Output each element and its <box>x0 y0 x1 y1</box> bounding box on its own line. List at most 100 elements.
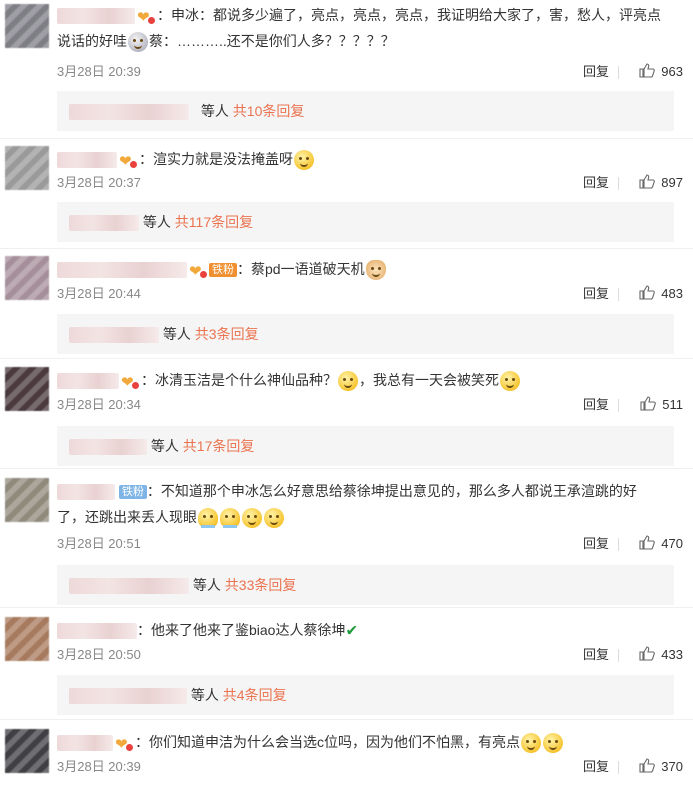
comment-text: ：申冰：都说多少遍了，亮点，亮点，亮点，我证明给大家了，害，愁人，评亮点 <box>157 7 661 23</box>
avatar[interactable] <box>5 729 49 773</box>
divider <box>618 399 619 412</box>
iron-fan-badge: 铁粉 <box>118 485 147 500</box>
reply-button[interactable]: 回复 <box>583 534 609 554</box>
comment-text-line: ：渲实力就是没法掩盖呀 <box>57 146 683 175</box>
comment-body: ：你们知道申洁为什么会当选c位吗，因为他们不怕黑，有亮点 3月28日 20:39… <box>57 729 683 774</box>
reply-button[interactable]: 回复 <box>583 284 609 304</box>
avatar[interactable] <box>5 367 49 411</box>
sub-replies[interactable]: 等人 共4条回复 <box>57 675 674 715</box>
user-name[interactable] <box>57 8 135 25</box>
reply-button[interactable]: 回复 <box>583 62 609 82</box>
user-name[interactable] <box>57 484 115 501</box>
like-button[interactable]: 483 <box>621 284 683 304</box>
iron-fan-badge: 铁粉 <box>209 263 237 278</box>
reply-user-names <box>69 439 147 456</box>
reply-button[interactable]: 回复 <box>583 645 609 665</box>
timestamp: 3月28日 20:50 <box>57 647 141 662</box>
comment-body: ：申冰：都说多少遍了，亮点，亮点，亮点，我证明给大家了，害，愁人，评亮点 说话的… <box>57 2 683 131</box>
comment-meta: 3月28日 20:50 回复 433 <box>57 645 683 665</box>
smile-emoji-icon <box>264 508 284 529</box>
comment-meta: 3月28日 20:39 回复 370 <box>57 757 683 777</box>
sub-replies-others: 等人 <box>142 214 171 230</box>
like-button[interactable]: 470 <box>621 534 683 554</box>
sub-replies-count[interactable]: 共17条回复 <box>183 438 255 454</box>
user-name[interactable] <box>57 735 113 752</box>
fan-badge-icon <box>115 732 133 758</box>
avatar[interactable] <box>5 256 49 300</box>
comment-meta: 3月28日 20:34 回复 511 <box>57 395 683 415</box>
thumbs-up-icon <box>639 174 656 189</box>
sub-replies-others: 等人 <box>192 577 221 593</box>
comment-text: ：他来了他来了鉴biao达人蔡徐坤 <box>137 622 346 638</box>
comment-meta: 3月28日 20:39 回复 963 <box>57 62 683 82</box>
hug-emoji-icon <box>220 508 240 529</box>
comment-text: ：你们知道申洁为什么会当选c位吗，因为他们不怕黑，有亮点 <box>135 734 520 750</box>
reply-button[interactable]: 回复 <box>583 395 609 415</box>
comment-meta: 3月28日 20:37 回复 897 <box>57 173 683 193</box>
sub-replies-count[interactable]: 共117条回复 <box>175 214 253 230</box>
like-count: 511 <box>662 397 683 412</box>
like-button[interactable]: 511 <box>621 395 683 415</box>
comment-text-line: 了，还跳出来丢人现眼 <box>57 504 683 530</box>
reply-user-names <box>69 327 159 344</box>
like-button[interactable]: 370 <box>621 757 683 777</box>
fan-badge-icon <box>189 259 207 285</box>
laugh-cry-emoji-icon <box>543 733 563 754</box>
reply-user-names <box>69 578 189 595</box>
like-count: 963 <box>661 64 683 79</box>
timestamp: 3月28日 20:44 <box>57 286 141 301</box>
divider <box>618 66 619 79</box>
fan-badge-icon <box>137 5 155 31</box>
user-name[interactable] <box>57 623 137 640</box>
like-count: 433 <box>661 647 683 662</box>
comment-text-line: 说话的好哇 蔡：………..还不是你们人多？？？？？ <box>57 28 683 54</box>
avatar[interactable] <box>5 478 49 522</box>
shocked-emoji-icon <box>128 32 148 53</box>
comment-body: 铁粉 ：不知道那个申冰怎么好意思给蔡徐坤提出意见的，那么多人都说王承渲跳的好 了，… <box>57 478 683 605</box>
timestamp: 3月28日 20:39 <box>57 759 141 774</box>
sub-replies-count[interactable]: 共3条回复 <box>195 326 259 342</box>
like-button[interactable]: 433 <box>621 645 683 665</box>
reply-button[interactable]: 回复 <box>583 757 609 777</box>
comment-text: 了，还跳出来丢人现眼 <box>57 509 197 525</box>
cat-emoji-icon <box>365 260 386 281</box>
sub-replies[interactable]: 等人 共17条回复 <box>57 426 674 466</box>
like-button[interactable]: 897 <box>621 173 683 193</box>
user-name[interactable] <box>57 152 117 169</box>
comment-text: 蔡：………..还不是你们人多？？？？？ <box>149 33 395 49</box>
thumbs-up-icon <box>639 63 656 78</box>
sub-replies[interactable]: 等人 共117条回复 <box>57 202 674 242</box>
sub-replies[interactable]: 等人 共33条回复 <box>57 565 674 605</box>
comment-text-line: ：冰清玉洁是个什么神仙品种？ ，我总有一天会被笑死 <box>57 367 683 396</box>
hug-emoji-icon <box>198 508 218 529</box>
avatar[interactable] <box>5 146 49 190</box>
comment-text: 说话的好哇 <box>57 33 127 49</box>
comment-text: ，我总有一天会被笑死 <box>359 372 499 388</box>
thumbs-up-icon <box>639 758 656 773</box>
sub-replies[interactable]: 等人 共3条回复 <box>57 314 674 354</box>
reply-button[interactable]: 回复 <box>583 173 609 193</box>
comment-body: 铁粉：蔡pd一语道破天机 3月28日 20:44 回复 483 等人 共3条回复 <box>57 256 683 354</box>
sub-replies[interactable]: 等人 共10条回复 <box>57 91 674 131</box>
laugh-cry-emoji-icon <box>521 733 541 754</box>
comment-body: ：冰清玉洁是个什么神仙品种？ ，我总有一天会被笑死 3月28日 20:34 回复 … <box>57 367 683 466</box>
reply-user-names <box>69 688 187 705</box>
thumbs-up-icon <box>639 646 656 661</box>
divider <box>0 607 693 608</box>
comment-text-line: 铁粉：蔡pd一语道破天机 <box>57 256 683 285</box>
avatar[interactable] <box>5 4 49 48</box>
comment-text-line: ：申冰：都说多少遍了，亮点，亮点，亮点，我证明给大家了，害，愁人，评亮点 <box>57 2 683 31</box>
fan-badge-icon <box>119 149 137 175</box>
comment-body: ：他来了他来了鉴biao达人蔡徐坤✔ 3月28日 20:50 回复 433 等人… <box>57 617 683 715</box>
like-button[interactable]: 963 <box>621 62 683 82</box>
divider <box>618 649 619 662</box>
fan-badge-icon <box>121 370 139 396</box>
sub-replies-count[interactable]: 共33条回复 <box>225 577 297 593</box>
sub-replies-count[interactable]: 共10条回复 <box>233 103 305 119</box>
user-name[interactable] <box>57 262 187 279</box>
sub-replies-count[interactable]: 共4条回复 <box>223 687 287 703</box>
laugh-cry-emoji-icon <box>500 371 520 392</box>
avatar[interactable] <box>5 617 49 661</box>
like-count: 897 <box>661 175 683 190</box>
user-name[interactable] <box>57 373 119 390</box>
